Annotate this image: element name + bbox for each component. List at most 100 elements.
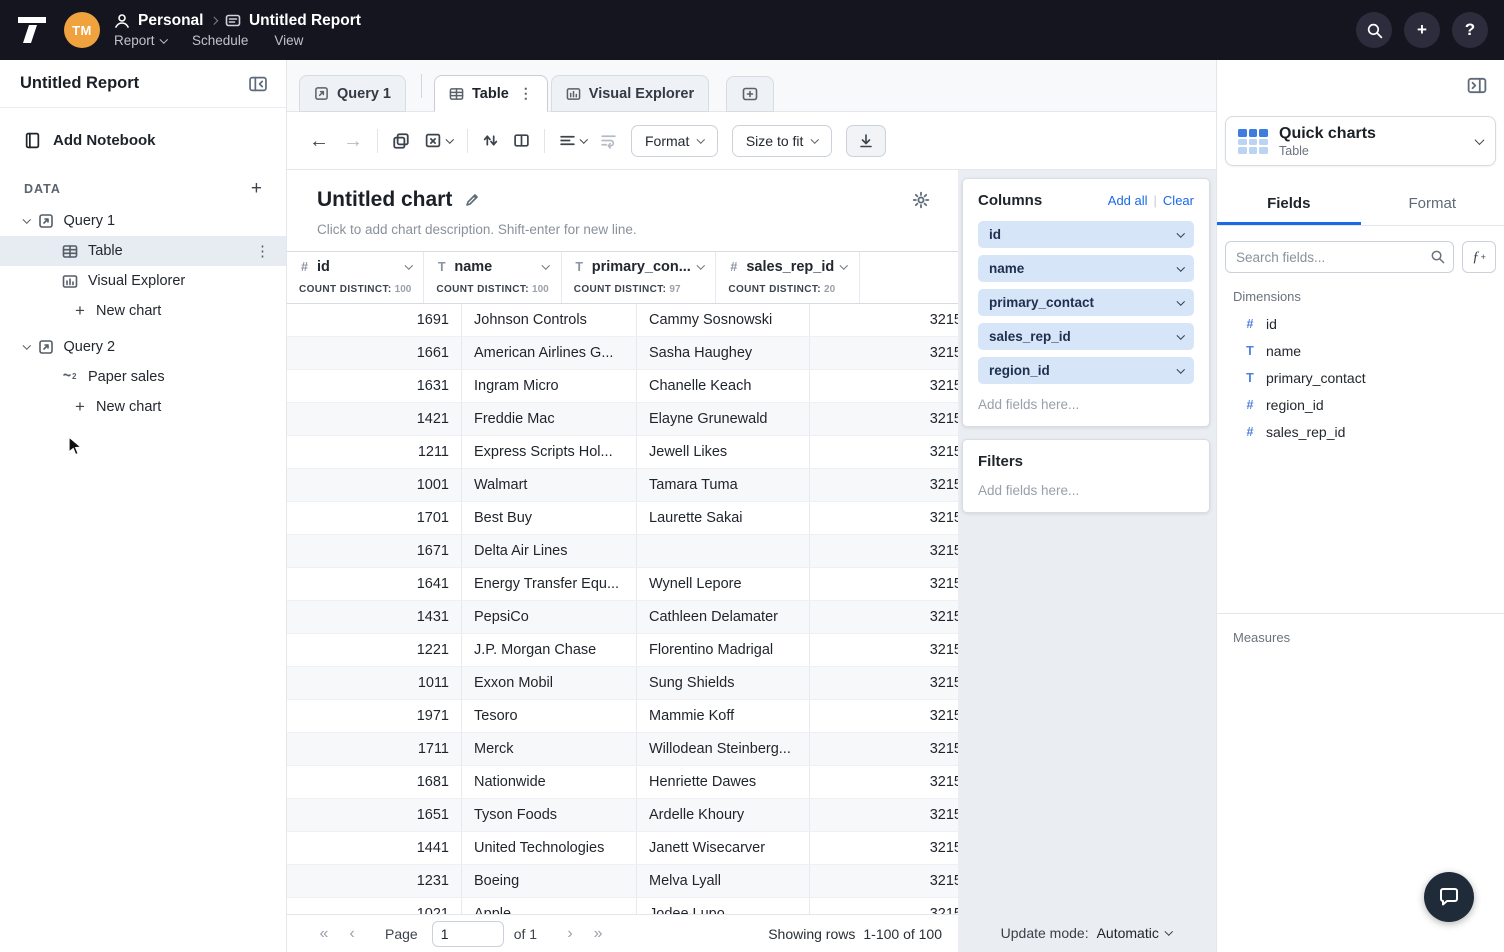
sort-rows-button[interactable] [482,132,499,149]
sidebar-item-new-chart[interactable]: + New chart [0,392,286,422]
chevron-down-icon[interactable] [1176,263,1184,271]
chevron-down-icon[interactable] [1176,229,1184,237]
table-row[interactable]: 1421 Freddie Mac Elayne Grunewald 3215 [287,403,958,436]
chart-title[interactable]: Untitled chart [317,188,452,212]
sidebar-item-visual-explorer[interactable]: Visual Explorer [0,266,286,296]
table-row[interactable]: 1431 PepsiCo Cathleen Delamater 3215 [287,601,958,634]
alignment-button[interactable] [559,132,587,149]
add-button[interactable]: + [1404,12,1440,48]
view-menu[interactable]: View [274,33,303,48]
column-pill[interactable]: primary_contact [978,289,1194,316]
last-page-button[interactable]: » [589,925,607,943]
kebab-menu-icon[interactable]: ⋮ [255,242,270,260]
workspace-name[interactable]: Personal [138,12,203,30]
column-header[interactable]: # sales_rep_id COUNT DISTINCT:20 [716,252,859,303]
add-all-link[interactable]: Add all [1108,193,1148,208]
chevron-down-icon[interactable] [405,262,413,270]
table-row[interactable]: 1221 J.P. Morgan Chase Florentino Madrig… [287,634,958,667]
chevron-down-icon[interactable] [840,262,848,270]
chevron-down-icon[interactable] [1176,331,1184,339]
table-row[interactable]: 1231 Boeing Melva Lyall 3215 [287,865,958,898]
chevron-down-icon[interactable] [542,262,550,270]
table-row[interactable]: 1211 Express Scripts Hol... Jewell Likes… [287,436,958,469]
chart-description-placeholder[interactable]: Click to add chart description. Shift-en… [317,222,930,237]
tab-query1[interactable]: Query 1 [299,75,406,112]
quick-charts-selector[interactable]: Quick charts Table [1225,116,1496,166]
expand-panel-button[interactable] [1466,76,1488,95]
column-header[interactable]: T name COUNT DISTINCT:100 [424,252,561,303]
table-row[interactable]: 1651 Tyson Foods Ardelle Khoury 3215 [287,799,958,832]
table-row[interactable]: 1701 Best Buy Laurette Sakai 3215 [287,502,958,535]
new-chart-tab-button[interactable] [726,76,774,112]
chart-settings-button[interactable] [912,191,930,209]
column-pill[interactable]: id [978,221,1194,248]
help-button[interactable]: ? [1452,12,1488,48]
sidebar-item-query1[interactable]: Query 1 [0,206,286,236]
first-page-button[interactable]: « [315,925,333,943]
column-header[interactable]: T primary_con... COUNT DISTINCT:97 [562,252,717,303]
table-row[interactable]: 1641 Energy Transfer Equ... Wynell Lepor… [287,568,958,601]
column-pill[interactable]: region_id [978,357,1194,384]
table-row[interactable]: 1971 Tesoro Mammie Koff 3215 [287,700,958,733]
dimension-field[interactable]: T primary_contact [1217,364,1504,391]
page-input[interactable] [432,921,504,947]
table-row[interactable]: 1711 Merck Willodean Steinberg... 3215 [287,733,958,766]
report-title[interactable]: Untitled Report [249,12,361,30]
chevron-down-icon[interactable] [1176,365,1184,373]
column-header[interactable]: # id COUNT DISTINCT:100 [287,252,424,303]
tab-fields[interactable]: Fields [1217,184,1361,225]
dimension-field[interactable]: T name [1217,337,1504,364]
help-chat-button[interactable] [1424,872,1474,922]
chevron-down-icon[interactable] [23,342,31,350]
chevron-down-icon[interactable] [697,262,705,270]
tab-format[interactable]: Format [1361,184,1504,225]
table-row[interactable]: 1681 Nationwide Henriette Dawes 3215 [287,766,958,799]
search-button[interactable] [1356,12,1392,48]
sidebar-item-new-chart[interactable]: + New chart [0,296,286,326]
size-to-fit-button[interactable]: Size to fit [732,125,832,157]
edit-title-button[interactable] [464,192,480,208]
avatar[interactable]: TM [64,12,100,48]
next-page-button[interactable]: › [561,925,579,943]
tab-table[interactable]: Table ⋮ [434,75,548,112]
chevron-down-icon[interactable] [1176,297,1184,305]
tab-visual-explorer[interactable]: Visual Explorer [551,75,709,112]
table-row[interactable]: 1021 Apple Jodee Lupo 3215 [287,898,958,914]
update-mode-select[interactable]: Automatic [1097,925,1172,941]
sidebar-item-paper-sales[interactable]: 2 Paper sales [0,362,286,392]
manage-columns-button[interactable] [513,132,530,149]
add-formula-button[interactable]: ƒ+ [1462,241,1496,273]
prev-page-button[interactable]: ‹ [343,925,361,943]
table-row[interactable]: 1691 Johnson Controls Cammy Sosnowski 32… [287,304,958,337]
columns-drop-placeholder[interactable]: Add fields here... [978,397,1194,412]
clear-link[interactable]: Clear [1163,193,1194,208]
dimension-field[interactable]: # id [1217,310,1504,337]
report-menu[interactable]: Report [114,33,166,48]
table-row[interactable]: 1001 Walmart Tamara Tuma 3215 [287,469,958,502]
format-button[interactable]: Format [631,125,718,157]
undo-button[interactable]: ← [309,131,329,151]
sidebar-item-table[interactable]: Table ⋮ [0,236,286,266]
text-wrap-button[interactable] [600,132,617,149]
column-pill[interactable]: name [978,255,1194,282]
add-notebook-button[interactable]: Add Notebook [0,132,286,149]
app-logo-icon[interactable] [16,13,50,47]
tab-kebab-icon[interactable]: ⋮ [519,85,533,102]
download-button[interactable] [846,125,886,157]
search-fields-input[interactable] [1225,241,1454,273]
table-row[interactable]: 1661 American Airlines G... Sasha Haughe… [287,337,958,370]
add-data-button[interactable]: + [251,179,262,198]
column-pill[interactable]: sales_rep_id [978,323,1194,350]
filters-drop-placeholder[interactable]: Add fields here... [978,483,1194,498]
dimension-field[interactable]: # sales_rep_id [1217,418,1504,445]
add-chart-button[interactable] [392,132,410,150]
remove-chart-button[interactable] [424,132,453,149]
table-row[interactable]: 1631 Ingram Micro Chanelle Keach 3215 [287,370,958,403]
dimension-field[interactable]: # region_id [1217,391,1504,418]
table-row[interactable]: 1011 Exxon Mobil Sung Shields 3215 [287,667,958,700]
chevron-down-icon[interactable] [23,216,31,224]
redo-button[interactable]: → [343,131,363,151]
table-row[interactable]: 1441 United Technologies Janett Wisecarv… [287,832,958,865]
table-row[interactable]: 1671 Delta Air Lines 3215 [287,535,958,568]
sidebar-item-query2[interactable]: Query 2 [0,332,286,362]
